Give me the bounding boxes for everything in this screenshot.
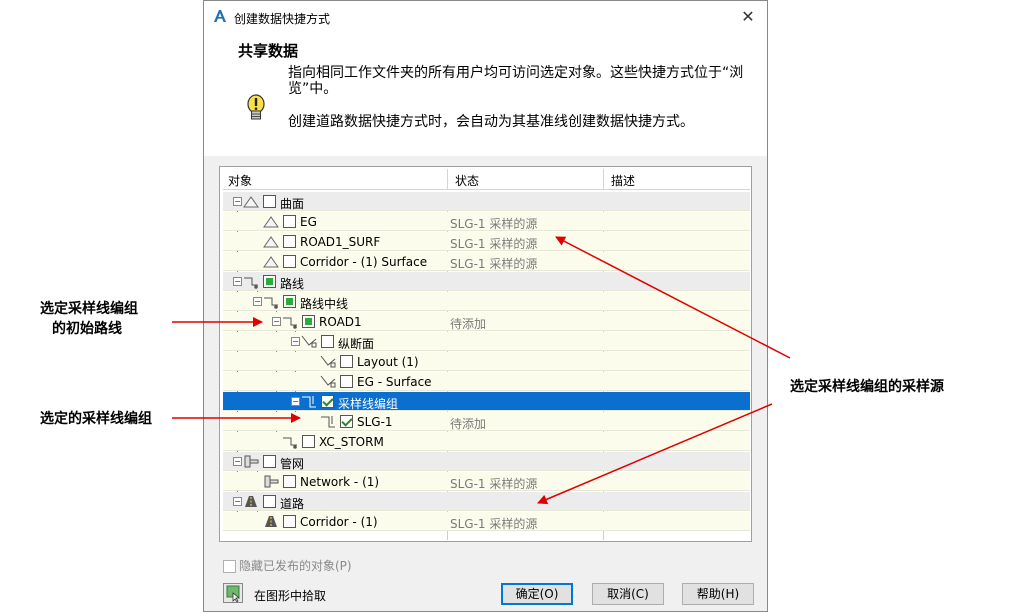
arrow-to-corridors — [537, 403, 773, 505]
callout-arrows — [172, 236, 791, 505]
arrow-to-road1-surf — [555, 236, 791, 359]
